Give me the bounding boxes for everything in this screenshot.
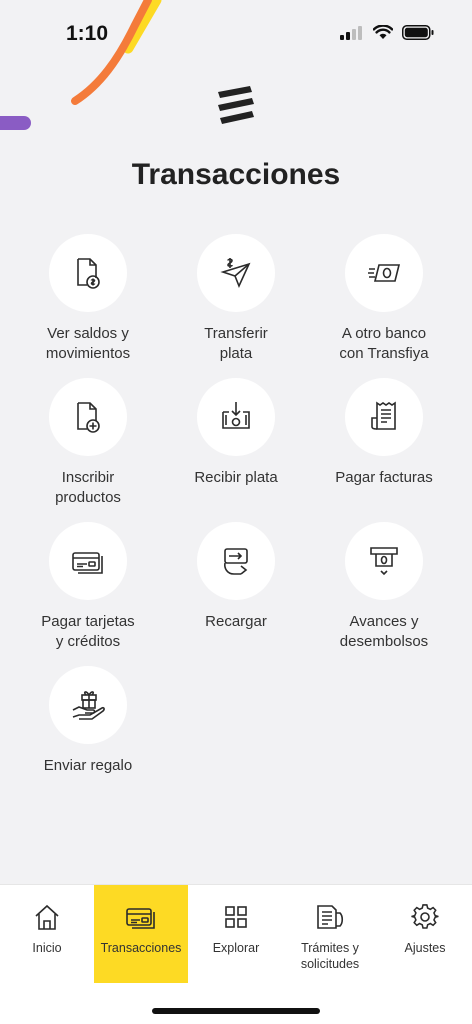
credit-cards-icon xyxy=(72,552,103,574)
tile-label: Recargar xyxy=(205,613,267,630)
tile-icon-circle xyxy=(49,234,127,312)
tile-label: Pagar facturas xyxy=(335,469,433,486)
nav-item-transacciones[interactable]: Transacciones xyxy=(94,885,188,983)
tile-enviar-regalo[interactable]: Enviar regalo xyxy=(14,666,162,776)
tile-icon-circle xyxy=(345,234,423,312)
status-bar: 1:10 xyxy=(0,0,472,70)
nav-item-tramites[interactable]: Trámites y solicitudes xyxy=(283,885,377,983)
tile-recibir-plata[interactable]: Recibir plata xyxy=(162,378,310,488)
tile-icon-circle xyxy=(197,522,275,600)
tile-otro-banco-transfiya[interactable]: A otro banco con Transfiya xyxy=(310,234,458,364)
tile-transferir-plata[interactable]: Transferir plata xyxy=(162,234,310,364)
tile-icon-circle xyxy=(197,234,275,312)
gear-icon xyxy=(411,904,439,929)
tile-label: Enviar regalo xyxy=(43,757,133,774)
tile-pagar-facturas[interactable]: Pagar facturas xyxy=(310,378,458,488)
nav-label: Ajustes xyxy=(404,941,446,955)
tile-icon-circle xyxy=(49,522,127,600)
atm-withdraw-icon xyxy=(370,547,398,576)
bank-logo-icon xyxy=(218,86,254,124)
wifi-icon xyxy=(373,25,393,39)
tile-icon-circle xyxy=(345,522,423,600)
cards-icon xyxy=(126,908,155,929)
signal-icon xyxy=(340,25,362,40)
paper-plane-dollar-icon xyxy=(220,258,251,289)
nav-label: Trámites y solicitudes xyxy=(300,941,360,971)
document-dollar-icon xyxy=(77,258,100,289)
tile-avances-desembolsos[interactable]: Avances y desembolsos xyxy=(310,522,458,652)
home-icon xyxy=(35,904,59,930)
tile-pagar-tarjetas[interactable]: Pagar tarjetas y créditos xyxy=(14,522,162,652)
tile-recargar[interactable]: Recargar xyxy=(162,522,310,632)
nav-label: Transacciones xyxy=(100,941,182,955)
document-add-icon xyxy=(77,402,100,433)
tile-ver-saldos[interactable]: Ver saldos y movimientos xyxy=(14,234,162,364)
tile-label: Inscribir productos xyxy=(55,469,121,506)
fast-money-icon xyxy=(368,264,401,282)
tile-icon-circle xyxy=(49,666,127,744)
receipt-icon xyxy=(371,401,396,430)
receive-money-icon xyxy=(222,402,250,429)
tile-label: Avances y desembolsos xyxy=(339,613,429,650)
grid-icon xyxy=(225,906,247,928)
tile-label: A otro banco con Transfiya xyxy=(339,325,429,362)
tile-label: Transferir plata xyxy=(204,325,268,362)
tile-label: Pagar tarjetas y créditos xyxy=(41,613,135,650)
nav-item-ajustes[interactable]: Ajustes xyxy=(378,885,472,983)
tile-label: Ver saldos y movimientos xyxy=(45,325,131,362)
tile-icon-circle xyxy=(345,378,423,456)
tile-label: Recibir plata xyxy=(194,469,278,486)
documents-icon xyxy=(317,905,344,929)
tile-icon-circle xyxy=(49,378,127,456)
status-time: 1:10 xyxy=(66,22,109,45)
gift-hand-icon xyxy=(72,691,105,720)
page-title: Transacciones xyxy=(131,158,341,191)
home-indicator xyxy=(152,1008,320,1014)
phone-recharge-icon xyxy=(224,548,248,575)
tile-icon-circle xyxy=(197,378,275,456)
tile-inscribir-productos[interactable]: Inscribir productos xyxy=(14,378,162,508)
nav-item-explorar[interactable]: Explorar xyxy=(189,885,283,983)
bottom-nav: Inicio Transacciones Explorar Trámites y… xyxy=(0,884,472,1024)
nav-label: Inicio xyxy=(32,941,62,955)
nav-label: Explorar xyxy=(212,941,260,955)
battery-icon xyxy=(402,25,434,40)
nav-item-inicio[interactable]: Inicio xyxy=(0,885,94,983)
